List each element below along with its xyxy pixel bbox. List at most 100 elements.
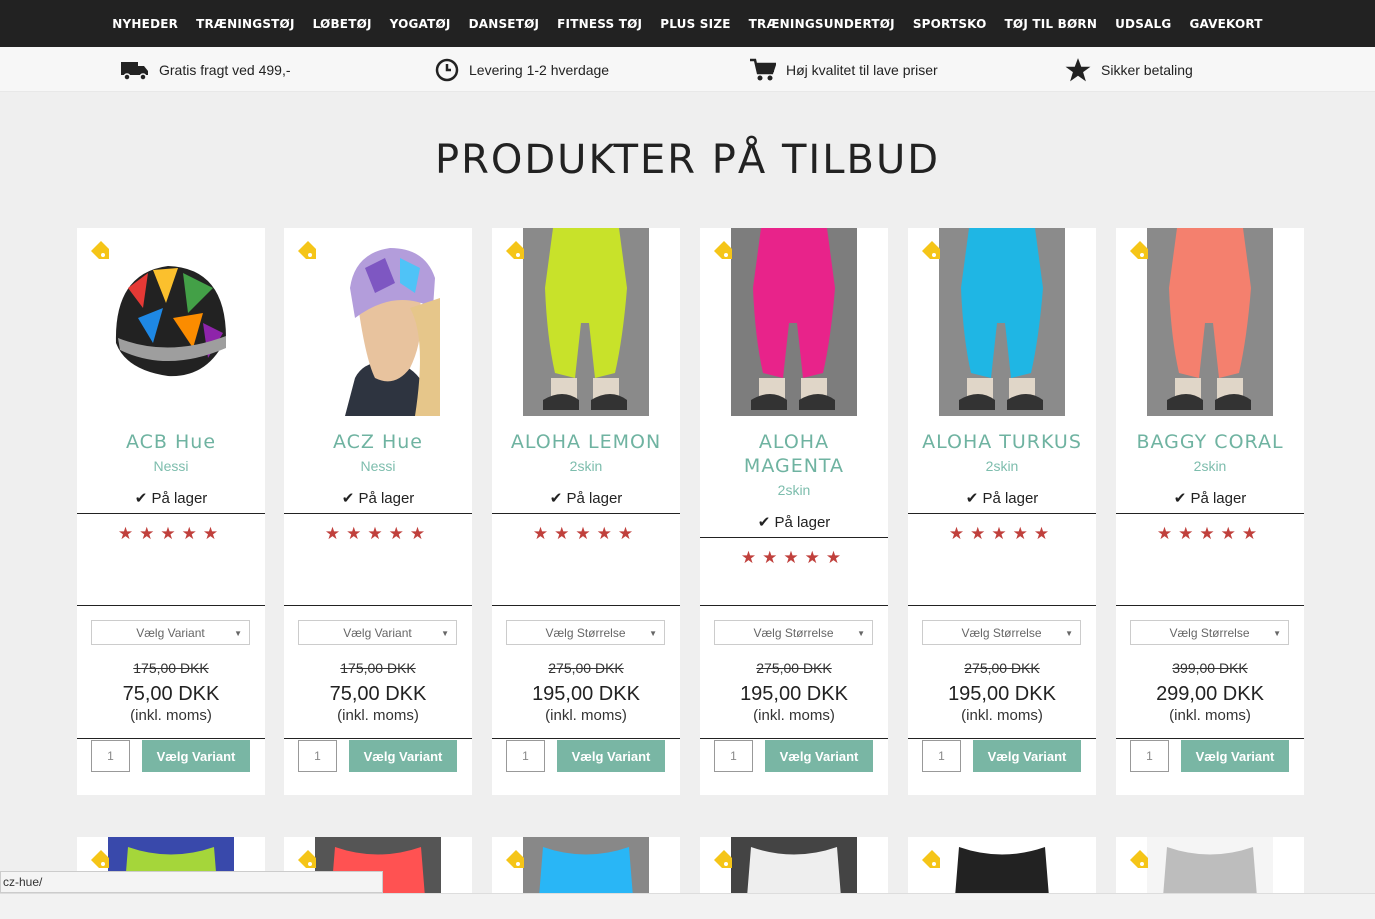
product-card: ALOHA TURKUS 2skin ✔ På lager ★★★★★ Vælg… <box>908 228 1096 795</box>
quantity-input[interactable]: 1 <box>922 740 961 772</box>
quantity-input[interactable]: 1 <box>91 740 130 772</box>
sale-price: 195,00 DKK <box>532 683 640 705</box>
product-image[interactable] <box>108 228 234 416</box>
product-card: ACB Hue Nessi ✔ På lager ★★★★★ Vælg Vari… <box>77 228 265 795</box>
product-image[interactable] <box>315 228 441 416</box>
product-card <box>700 837 888 897</box>
variant-select-label: Vælg Størrelse <box>545 625 626 640</box>
nav-link-toj-til-born[interactable]: TØJ TIL BØRN <box>996 17 1107 31</box>
product-image[interactable] <box>523 228 649 416</box>
star-icon: ★ <box>1178 524 1200 543</box>
stock-status: ✔ På lager <box>492 489 680 507</box>
choose-variant-button[interactable]: Vælg Variant <box>349 740 457 772</box>
chevron-down-icon: ▼ <box>649 629 657 638</box>
checkmark-icon: ✔ <box>341 490 355 507</box>
product-image[interactable] <box>1147 228 1273 416</box>
star-icon: ★ <box>1012 524 1034 543</box>
usp-bar: Gratis fragt ved 499,- Levering 1-2 hver… <box>0 47 1375 92</box>
divider <box>908 738 1096 739</box>
sale-tag-icon <box>295 240 317 267</box>
nav-link-dansetoj[interactable]: DANSETØJ <box>460 17 549 31</box>
star-icon: ★ <box>1199 524 1221 543</box>
nav-link-sportssko[interactable]: SPORTSKO <box>904 17 996 31</box>
product-name[interactable]: BAGGY CORAL <box>1116 430 1304 454</box>
product-image[interactable] <box>731 228 857 416</box>
old-price: 275,00 DKK <box>756 660 832 676</box>
variant-select[interactable]: Vælg Variant ▼ <box>298 620 457 645</box>
choose-variant-button[interactable]: Vælg Variant <box>142 740 250 772</box>
usp-delivery: Levering 1-2 hverdage <box>435 47 609 92</box>
product-name[interactable]: ALOHA TURKUS <box>908 430 1096 454</box>
sale-price: 75,00 DKK <box>122 683 220 705</box>
nav-link-lobetoj[interactable]: LØBETØJ <box>304 17 381 31</box>
sale-tag-icon <box>919 849 941 876</box>
stock-status: ✔ På lager <box>284 489 472 507</box>
star-icon <box>1065 57 1091 81</box>
rating-stars: ★★★★★ <box>284 524 472 544</box>
star-icon: ★ <box>825 548 848 567</box>
product-name[interactable]: ACB Hue <box>77 430 265 454</box>
product-name[interactable]: ACZ Hue <box>284 430 472 454</box>
variant-select[interactable]: Vælg Størrelse ▼ <box>714 620 873 645</box>
product-card: BAGGY CORAL 2skin ✔ På lager ★★★★★ Vælg … <box>1116 228 1304 795</box>
product-brand: Nessi <box>360 458 396 474</box>
star-icon: ★ <box>324 524 347 543</box>
variant-select-label: Vælg Størrelse <box>1169 625 1250 640</box>
sale-tag-icon <box>88 240 110 267</box>
usp-secure-payment: Sikker betaling <box>1065 47 1193 92</box>
choose-variant-button[interactable]: Vælg Variant <box>973 740 1081 772</box>
checkmark-icon: ✔ <box>965 490 979 507</box>
nav-link-yogatoj[interactable]: YOGATØJ <box>381 17 460 31</box>
divider <box>1116 738 1304 739</box>
star-icon: ★ <box>762 548 784 567</box>
star-icon: ★ <box>1241 524 1264 543</box>
rating-stars: ★★★★★ <box>1116 524 1304 544</box>
nav-link-udsalg[interactable]: UDSALG <box>1106 17 1180 31</box>
divider <box>700 537 888 538</box>
star-icon: ★ <box>117 524 140 543</box>
choose-variant-button[interactable]: Vælg Variant <box>1181 740 1289 772</box>
product-name[interactable]: ALOHA MAGENTA <box>719 430 869 478</box>
main-navigation: NYHEDER TRÆNINGSTØJ LØBETØJ YOGATØJ DANS… <box>0 0 1375 47</box>
nav-link-nyheder[interactable]: NYHEDER <box>103 17 187 31</box>
quantity-input[interactable]: 1 <box>506 740 545 772</box>
variant-select[interactable]: Vælg Størrelse ▼ <box>922 620 1081 645</box>
variant-select[interactable]: Vælg Størrelse ▼ <box>506 620 665 645</box>
old-price: 399,00 DKK <box>1172 660 1248 676</box>
vat-note: (inkl. moms) <box>1169 707 1251 724</box>
nav-link-fitness-toj[interactable]: FITNESS TØJ <box>548 17 651 31</box>
star-icon: ★ <box>409 524 432 543</box>
old-price: 275,00 DKK <box>964 660 1040 676</box>
choose-variant-button[interactable]: Vælg Variant <box>557 740 665 772</box>
star-icon: ★ <box>202 524 225 543</box>
quantity-input[interactable]: 1 <box>298 740 337 772</box>
rating-stars: ★★★★★ <box>77 524 265 544</box>
product-image[interactable] <box>731 837 857 897</box>
product-name[interactable]: ALOHA LEMON <box>492 430 680 454</box>
nav-link-plus-size[interactable]: PLUS SIZE <box>651 17 739 31</box>
stock-label: På lager <box>982 490 1039 507</box>
product-image[interactable] <box>1147 837 1273 897</box>
star-icon: ★ <box>532 524 555 543</box>
product-image[interactable] <box>939 228 1065 416</box>
quantity-input[interactable]: 1 <box>714 740 753 772</box>
nav-link-traeningsundertoj[interactable]: TRÆNINGSUNDERTØJ <box>740 17 904 31</box>
quantity-input[interactable]: 1 <box>1130 740 1169 772</box>
choose-variant-button[interactable]: Vælg Variant <box>765 740 873 772</box>
vat-note: (inkl. moms) <box>753 707 835 724</box>
nav-link-gavekort[interactable]: GAVEKORT <box>1180 17 1271 31</box>
divider <box>908 513 1096 514</box>
sale-price: 195,00 DKK <box>948 683 1056 705</box>
star-icon: ★ <box>804 548 826 567</box>
nav-link-traeningstoj[interactable]: TRÆNINGSTØJ <box>187 17 304 31</box>
product-image[interactable] <box>939 837 1065 897</box>
stock-label: På lager <box>151 490 208 507</box>
divider <box>284 738 472 739</box>
variant-select[interactable]: Vælg Variant ▼ <box>91 620 250 645</box>
product-brand: 2skin <box>985 458 1019 474</box>
stock-label: På lager <box>774 514 831 531</box>
variant-select[interactable]: Vælg Størrelse ▼ <box>1130 620 1289 645</box>
product-image[interactable] <box>523 837 649 897</box>
divider <box>284 605 472 606</box>
old-price: 175,00 DKK <box>133 660 209 676</box>
